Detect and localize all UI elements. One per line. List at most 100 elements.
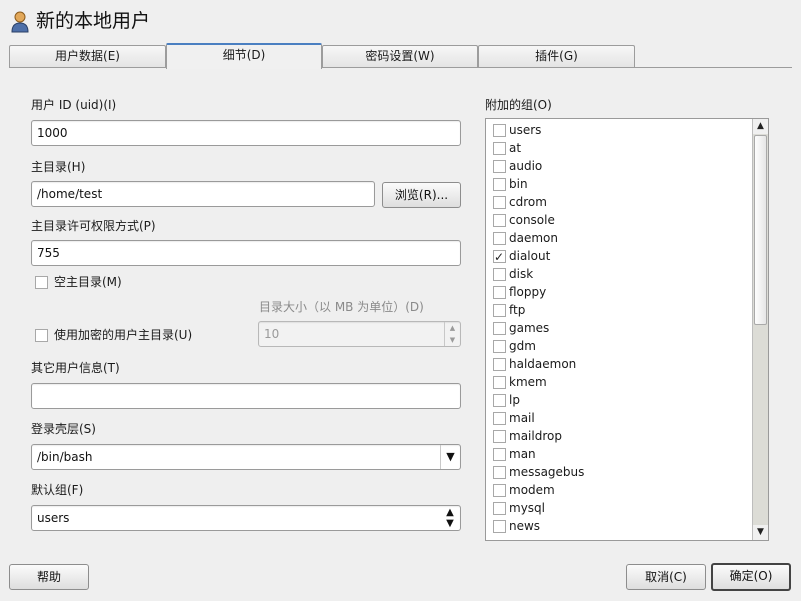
list-item[interactable]: console: [486, 211, 750, 229]
login-shell-label: 登录壳层(S): [31, 422, 96, 436]
list-item[interactable]: lp: [486, 391, 750, 409]
help-button[interactable]: 帮助: [9, 564, 89, 590]
scroll-down-icon[interactable]: ▼: [753, 525, 768, 540]
group-name: messagebus: [509, 465, 585, 479]
group-name: cdrom: [509, 195, 547, 209]
list-item[interactable]: audio: [486, 157, 750, 175]
ok-button[interactable]: 确定(O): [711, 563, 791, 591]
cancel-button[interactable]: 取消(C): [626, 564, 706, 590]
group-name: maildrop: [509, 429, 562, 443]
group-name: at: [509, 141, 522, 155]
groups-scrollbar[interactable]: ▲ ▼: [752, 119, 768, 540]
tab-label: 插件(G): [535, 49, 578, 63]
home-dir-label: 主目录(H): [31, 160, 86, 174]
list-item[interactable]: at: [486, 139, 750, 157]
list-item[interactable]: messagebus: [486, 463, 750, 481]
group-checkbox[interactable]: [493, 196, 506, 209]
tab-plugins[interactable]: 插件(G): [478, 45, 635, 68]
group-checkbox[interactable]: [493, 376, 506, 389]
groups-list[interactable]: users at audio bin cdrom console daemon dialout…: [485, 118, 769, 541]
tab-user-data[interactable]: 用户数据(E): [9, 45, 166, 68]
group-name: users: [509, 123, 542, 137]
updown-icon: ▲ ▼: [446, 507, 454, 529]
encrypted-home-label: 使用加密的用户主目录(U): [54, 328, 193, 342]
group-checkbox[interactable]: [493, 502, 506, 515]
group-checkbox[interactable]: [493, 322, 506, 335]
chevron-down-icon[interactable]: ▼: [440, 445, 460, 469]
group-checkbox[interactable]: [493, 394, 506, 407]
group-name: daemon: [509, 231, 558, 245]
scroll-up-icon[interactable]: ▲: [753, 119, 768, 134]
other-info-input[interactable]: [31, 383, 461, 409]
group-checkbox[interactable]: [493, 232, 506, 245]
login-shell-combo[interactable]: /bin/bash ▼: [31, 444, 461, 470]
list-item[interactable]: mail: [486, 409, 750, 427]
empty-home-label: 空主目录(M): [54, 275, 122, 289]
group-name: console: [509, 213, 555, 227]
group-checkbox[interactable]: [493, 340, 506, 353]
group-checkbox[interactable]: [493, 268, 506, 281]
group-checkbox[interactable]: [493, 304, 506, 317]
tab-label: 密码设置(W): [365, 49, 435, 63]
group-name: mail: [509, 411, 535, 425]
list-item[interactable]: kmem: [486, 373, 750, 391]
list-item[interactable]: gdm: [486, 337, 750, 355]
group-checkbox[interactable]: [493, 178, 506, 191]
list-item[interactable]: news: [486, 517, 750, 535]
list-item[interactable]: man: [486, 445, 750, 463]
window-title: 新的本地用户: [36, 10, 151, 32]
login-shell-value: /bin/bash: [37, 450, 93, 464]
scroll-thumb[interactable]: [754, 135, 767, 325]
group-name: kmem: [509, 375, 547, 389]
list-item[interactable]: daemon: [486, 229, 750, 247]
list-item[interactable]: dialout: [486, 247, 750, 266]
group-checkbox[interactable]: [493, 358, 506, 371]
home-dir-input[interactable]: /home/test: [31, 181, 375, 207]
home-perm-input[interactable]: 755: [31, 240, 461, 266]
spin-up-icon: ▲: [444, 322, 460, 334]
list-item[interactable]: modem: [486, 481, 750, 499]
browse-button[interactable]: 浏览(R)...: [382, 182, 461, 208]
default-group-value: users: [37, 511, 70, 525]
tab-password-settings[interactable]: 密码设置(W): [322, 45, 478, 68]
list-item[interactable]: maildrop: [486, 427, 750, 445]
group-checkbox[interactable]: [493, 160, 506, 173]
encrypted-home-checkbox[interactable]: [35, 329, 48, 342]
group-checkbox[interactable]: [493, 248, 506, 266]
list-item[interactable]: users: [486, 121, 750, 139]
list-item[interactable]: games: [486, 319, 750, 337]
list-item[interactable]: mysql: [486, 499, 750, 517]
group-checkbox[interactable]: [493, 520, 506, 533]
list-item[interactable]: floppy: [486, 283, 750, 301]
list-item[interactable]: bin: [486, 175, 750, 193]
tab-details[interactable]: 细节(D): [166, 43, 322, 69]
default-group-select[interactable]: users ▲ ▼: [31, 505, 461, 531]
group-checkbox[interactable]: [493, 430, 506, 443]
group-checkbox[interactable]: [493, 142, 506, 155]
group-checkbox[interactable]: [493, 484, 506, 497]
other-info-label: 其它用户信息(T): [31, 361, 120, 375]
group-checkbox[interactable]: [493, 466, 506, 479]
default-group-label: 默认组(F): [31, 483, 84, 497]
uid-input[interactable]: 1000: [31, 120, 461, 146]
group-checkbox[interactable]: [493, 124, 506, 137]
group-name: lp: [509, 393, 520, 407]
group-name: modem: [509, 483, 555, 497]
group-checkbox[interactable]: [493, 286, 506, 299]
list-item[interactable]: haldaemon: [486, 355, 750, 373]
list-item[interactable]: disk: [486, 265, 750, 283]
group-checkbox[interactable]: [493, 214, 506, 227]
empty-home-checkbox[interactable]: [35, 276, 48, 289]
group-name: disk: [509, 267, 534, 281]
group-checkbox[interactable]: [493, 412, 506, 425]
group-checkbox[interactable]: [493, 448, 506, 461]
home-perm-label: 主目录许可权限方式(P): [31, 219, 156, 233]
dir-size-input: 10 ▲ ▼: [258, 321, 461, 347]
tab-label: 细节(D): [222, 48, 266, 62]
list-item[interactable]: ftp: [486, 301, 750, 319]
tab-label: 用户数据(E): [55, 49, 120, 63]
dir-size-value: 10: [264, 327, 280, 341]
uid-label: 用户 ID (uid)(I): [31, 98, 117, 112]
list-item[interactable]: cdrom: [486, 193, 750, 211]
spin-down-icon: ▼: [444, 334, 460, 346]
